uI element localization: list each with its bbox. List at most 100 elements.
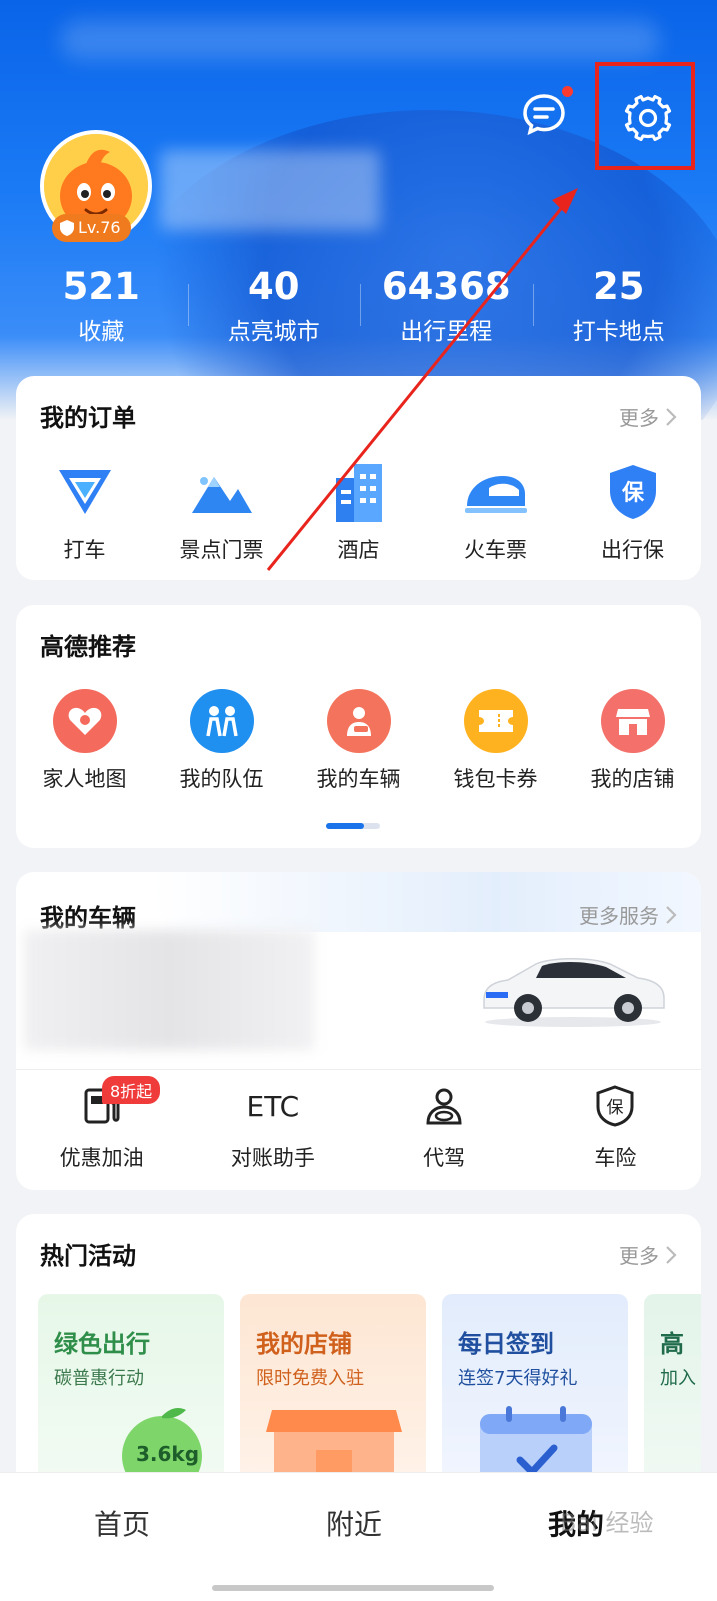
- service-fuel[interactable]: 优惠加油 8折起: [16, 1076, 187, 1172]
- recommend-item-label: 我的车辆: [316, 767, 401, 791]
- stat-checkins[interactable]: 25 打卡地点: [532, 262, 706, 352]
- message-icon: [523, 94, 565, 136]
- activity-subtitle: 加入: [660, 1368, 696, 1389]
- activity-daily-checkin[interactable]: 每日签到 连签7天得好礼: [442, 1294, 628, 1494]
- recommend-item-label: 我的店铺: [590, 767, 675, 791]
- chevron-right-icon: [666, 1245, 677, 1264]
- orders-more-link[interactable]: 更多: [619, 402, 677, 431]
- activity-green-travel[interactable]: 绿色出行 碳普惠行动 3.6kg: [38, 1294, 224, 1494]
- recommend-title: 高德推荐: [40, 633, 136, 661]
- recommend-item-team[interactable]: 我的队伍: [153, 687, 290, 793]
- store-icon: [615, 709, 650, 735]
- stat-value: 521: [62, 265, 140, 308]
- recommend-item-label: 钱包卡券: [453, 767, 538, 791]
- svg-text:保: 保: [607, 1098, 624, 1118]
- order-item-label: 酒店: [337, 538, 380, 562]
- stat-label: 出行里程: [400, 319, 493, 345]
- recommend-item-label: 我的队伍: [179, 767, 264, 791]
- team-icon: [205, 706, 238, 737]
- more-label: 更多: [619, 406, 659, 430]
- stat-favorites[interactable]: 521 收藏: [15, 262, 188, 352]
- watermark: Bai 经验: [560, 1509, 654, 1537]
- recommend-item-vehicle[interactable]: 我的车辆: [290, 687, 427, 793]
- hotel-icon: [335, 464, 382, 522]
- activity-title: 我的店铺: [256, 1330, 352, 1358]
- stat-label: 打卡地点: [572, 319, 665, 345]
- car-icon: [483, 957, 665, 1027]
- carbon-amount: 3.6kg: [136, 1442, 200, 1466]
- pager-active-dot: [326, 823, 364, 829]
- ticket-icon: [478, 710, 513, 732]
- order-item-hotel[interactable]: 酒店: [290, 458, 427, 564]
- activities-more-link[interactable]: 更多: [619, 1240, 677, 1269]
- stat-label: 收藏: [78, 319, 125, 345]
- activity-title: 每日签到: [458, 1330, 554, 1358]
- chevron-right-icon: [666, 407, 677, 426]
- vehicle-person-icon: [346, 707, 371, 736]
- orders-title: 我的订单: [40, 404, 136, 432]
- activities-card: 热门活动 更多 绿色出行 碳普惠行动 3.6kg 我的店铺 限时免费入驻 每日签…: [16, 1214, 701, 1514]
- insurance-icon: 保: [596, 1085, 634, 1127]
- activity-subtitle: 限时免费入驻: [256, 1368, 364, 1389]
- recommend-item-store[interactable]: 我的店铺: [564, 687, 701, 793]
- orders-card: 我的订单 更多 打车 景点门票 酒店 火车票 保 出行保: [16, 376, 701, 580]
- recommend-item-label: 家人地图: [42, 767, 127, 791]
- profile-stats: 521 收藏 40 点亮城市 64368 出行里程 25 打卡地点: [15, 262, 705, 352]
- mountain-icon: [191, 477, 252, 513]
- order-item-insurance[interactable]: 保 出行保: [564, 458, 701, 564]
- vehicle-title: 我的车辆: [40, 904, 136, 932]
- order-item-taxi[interactable]: 打车: [16, 458, 153, 564]
- vehicle-services: 优惠加油 8折起 ETC 对账助手 代驾 保 车险: [16, 1076, 701, 1172]
- discount-badge: 8折起: [102, 1076, 161, 1104]
- order-item-label: 出行保: [601, 538, 664, 562]
- unread-dot: [562, 86, 573, 97]
- service-etc[interactable]: ETC 对账助手: [187, 1082, 358, 1172]
- recommend-item-wallet[interactable]: 钱包卡券: [427, 687, 564, 793]
- order-item-label: 景点门票: [179, 538, 264, 562]
- stat-mileage[interactable]: 64368 出行里程: [360, 262, 533, 352]
- etc-icon: ETC: [246, 1089, 300, 1123]
- vehicle-card: 我的车辆 更多服务 优惠加油 8折起 ETC 对账助手 代驾 保 车险: [16, 872, 701, 1190]
- svg-text:保: 保: [620, 481, 644, 506]
- service-insurance[interactable]: 保 车险: [530, 1082, 701, 1172]
- taxi-icon: [58, 470, 111, 514]
- driver-icon: [426, 1088, 462, 1125]
- carousel-pager: [326, 823, 380, 829]
- vehicle-more-link[interactable]: 更多服务: [579, 900, 677, 929]
- vehicle-info-blurred: [24, 930, 314, 1050]
- tab-home[interactable]: 首页: [94, 1503, 150, 1543]
- stat-value: 64368: [381, 265, 511, 308]
- more-label: 更多服务: [579, 904, 659, 928]
- stat-cities[interactable]: 40 点亮城市: [187, 262, 361, 352]
- activity-partial[interactable]: 高 加入: [644, 1294, 701, 1494]
- order-item-label: 打车: [63, 538, 106, 562]
- activity-my-store[interactable]: 我的店铺 限时免费入驻: [240, 1294, 426, 1494]
- recommend-card: 高德推荐 家人地图 我的队伍 我的车辆 钱包卡券 我的店铺: [16, 605, 701, 848]
- stat-label: 点亮城市: [227, 319, 320, 345]
- order-item-train[interactable]: 火车票: [427, 458, 564, 564]
- more-label: 更多: [619, 1244, 659, 1268]
- service-driver[interactable]: 代驾: [359, 1082, 530, 1172]
- stat-value: 25: [593, 265, 645, 308]
- service-label: 车险: [594, 1146, 637, 1170]
- message-button[interactable]: [520, 90, 568, 138]
- service-label: 对账助手: [230, 1146, 315, 1170]
- chevron-right-icon: [666, 905, 677, 924]
- service-label: 优惠加油: [59, 1146, 144, 1170]
- level-shield-icon: [60, 220, 74, 236]
- level-text: Lv.76: [78, 218, 121, 237]
- stat-value: 40: [248, 265, 300, 308]
- order-item-tickets[interactable]: 景点门票: [153, 458, 290, 564]
- activity-subtitle: 连签7天得好礼: [458, 1368, 578, 1389]
- order-item-label: 火车票: [464, 538, 527, 562]
- status-bar-blurred: [60, 20, 660, 60]
- insurance-shield-icon: 保: [609, 465, 656, 519]
- activity-title: 绿色出行: [54, 1330, 150, 1358]
- tab-nearby[interactable]: 附近: [326, 1503, 382, 1543]
- recommend-item-family-map[interactable]: 家人地图: [16, 687, 153, 793]
- divider: [16, 1069, 701, 1070]
- family-heart-icon: [68, 707, 101, 735]
- activities-title: 热门活动: [40, 1242, 136, 1270]
- train-icon: [464, 476, 527, 513]
- activity-subtitle: 碳普惠行动: [54, 1368, 144, 1389]
